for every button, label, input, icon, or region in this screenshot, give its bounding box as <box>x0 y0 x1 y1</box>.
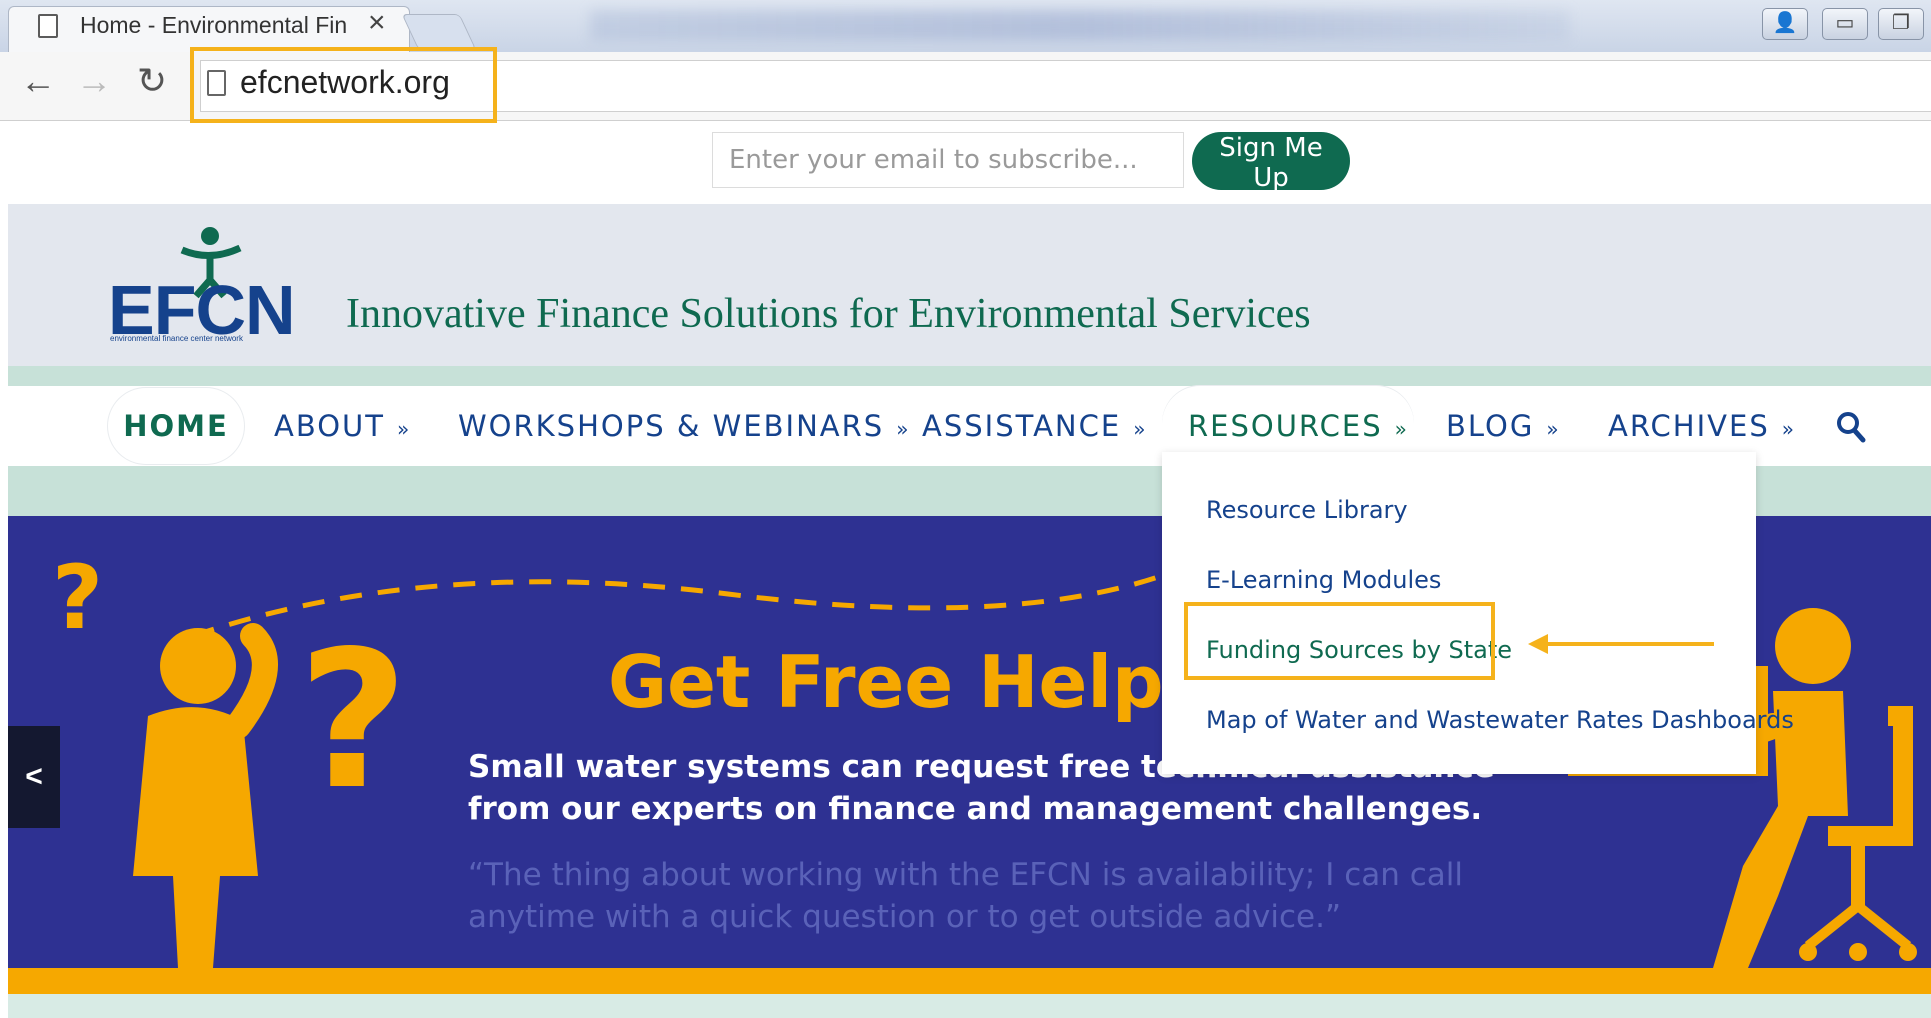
hero-quote: “The thing about working with the EFCN i… <box>468 857 1464 935</box>
sign-me-up-button[interactable]: Sign Me Up <box>1192 132 1350 193</box>
chevron-down-icon: » <box>896 417 911 441</box>
search-icon[interactable] <box>1836 410 1866 444</box>
hero-title: Get Free Help <box>608 640 1164 724</box>
header-stripe <box>8 366 1931 386</box>
site-tagline: Innovative Finance Solutions for Environ… <box>346 291 1311 337</box>
page-icon <box>38 14 58 38</box>
nav-about[interactable]: ABOUT » <box>274 386 411 466</box>
chevron-down-icon: » <box>1133 417 1148 441</box>
nav-assistance-label: ASSISTANCE <box>922 409 1122 443</box>
logo-subtext: environmental finance center network <box>110 334 243 343</box>
chevron-down-icon: » <box>1394 417 1409 441</box>
url-highlight-box <box>190 47 497 123</box>
svg-text:?: ? <box>298 610 408 831</box>
close-tab-icon[interactable]: × <box>368 6 386 40</box>
menu-item-resource-library[interactable]: Resource Library <box>1206 496 1408 524</box>
chevron-down-icon: » <box>1781 417 1796 441</box>
hero-footer-stripe <box>8 994 1931 1018</box>
restore-icon[interactable]: ❐ <box>1878 8 1924 40</box>
svg-text:?: ? <box>52 546 103 649</box>
background-tabs-blurred <box>590 10 1570 40</box>
slider-previous-button[interactable]: < <box>8 726 60 828</box>
pointer-arrow-icon <box>1528 634 1714 654</box>
nav-archives-label: ARCHIVES <box>1608 409 1770 443</box>
menu-item-water-rates-dashboards[interactable]: Map of Water and Wastewater Rates Dashbo… <box>1206 706 1794 734</box>
reload-icon[interactable]: ↻ <box>130 60 174 102</box>
nav-home[interactable]: HOME <box>108 388 244 464</box>
profile-icon[interactable]: 👤 <box>1762 8 1808 40</box>
minimize-icon[interactable]: ▭ <box>1822 8 1868 40</box>
email-subscribe-input[interactable] <box>712 132 1184 188</box>
tab-title[interactable]: Home - Environmental Fin <box>80 12 370 39</box>
menu-item-e-learning-modules[interactable]: E-Learning Modules <box>1206 566 1441 594</box>
nav-resources-label: RESOURCES <box>1188 409 1383 443</box>
nav-home-label: HOME <box>123 409 229 443</box>
forward-arrow-icon[interactable]: → <box>72 60 116 102</box>
nav-about-label: ABOUT <box>274 409 385 443</box>
funding-sources-highlight-box <box>1184 602 1495 680</box>
nav-blog-label: BLOG <box>1446 409 1535 443</box>
nav-assistance[interactable]: ASSISTANCE » <box>922 386 1147 466</box>
chevron-down-icon: » <box>1546 417 1561 441</box>
nav-workshops-label: WORKSHOPS & WEBINARS <box>458 409 885 443</box>
back-arrow-icon[interactable]: ← <box>16 60 60 102</box>
chevron-down-icon: » <box>397 417 412 441</box>
nav-workshops-webinars[interactable]: WORKSHOPS & WEBINARS » <box>458 386 910 466</box>
hero-bottom-bar <box>8 968 1931 994</box>
